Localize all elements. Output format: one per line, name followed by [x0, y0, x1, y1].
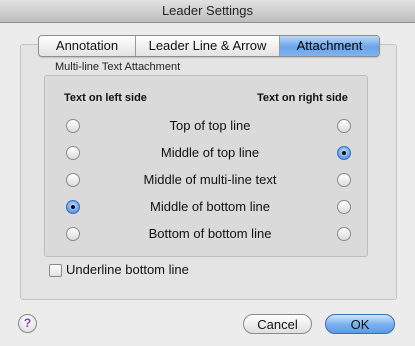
row-label-middle-of-multi-line-text: Middle of multi-line text [143, 172, 277, 187]
radio-left-bottom-of-bottom-line[interactable] [66, 227, 80, 241]
radio-right-middle-of-top-line[interactable] [337, 146, 351, 160]
radio-right-middle-of-multi-line-text[interactable] [337, 173, 351, 187]
tab-annotation[interactable]: Annotation [39, 36, 136, 56]
radio-left-middle-of-multi-line-text[interactable] [66, 173, 80, 187]
attachment-group-title: Multi-line Text Attachment [55, 61, 181, 73]
left-column-header: Text on left side [64, 92, 147, 104]
underline-bottom-line-label[interactable]: Underline bottom line [66, 262, 189, 277]
tab-attachment[interactable]: Attachment [280, 36, 379, 56]
radio-right-top-of-top-line[interactable] [337, 119, 351, 133]
radio-left-middle-of-bottom-line[interactable] [66, 200, 80, 214]
radio-left-top-of-top-line[interactable] [66, 119, 80, 133]
tab-bar: Annotation Leader Line & Arrow Attachmen… [38, 35, 380, 57]
row-label-bottom-of-bottom-line: Bottom of bottom line [148, 226, 272, 241]
row-label-middle-of-top-line: Middle of top line [160, 145, 260, 160]
row-label-middle-of-bottom-line: Middle of bottom line [150, 199, 270, 214]
radio-right-bottom-of-bottom-line[interactable] [337, 227, 351, 241]
cancel-button[interactable]: Cancel [243, 314, 312, 334]
radio-left-middle-of-top-line[interactable] [66, 146, 80, 160]
window-title: Leader Settings [0, 0, 415, 23]
radio-right-middle-of-bottom-line[interactable] [337, 200, 351, 214]
right-column-header: Text on right side [257, 92, 348, 104]
tab-leader-line-arrow[interactable]: Leader Line & Arrow [136, 36, 280, 56]
leader-settings-window: Leader Settings Annotation Leader Line &… [0, 0, 415, 346]
row-label-top-of-top-line: Top of top line [169, 118, 251, 133]
ok-button[interactable]: OK [325, 314, 395, 334]
underline-bottom-line-checkbox[interactable] [49, 264, 62, 277]
help-icon[interactable]: ? [18, 314, 37, 333]
